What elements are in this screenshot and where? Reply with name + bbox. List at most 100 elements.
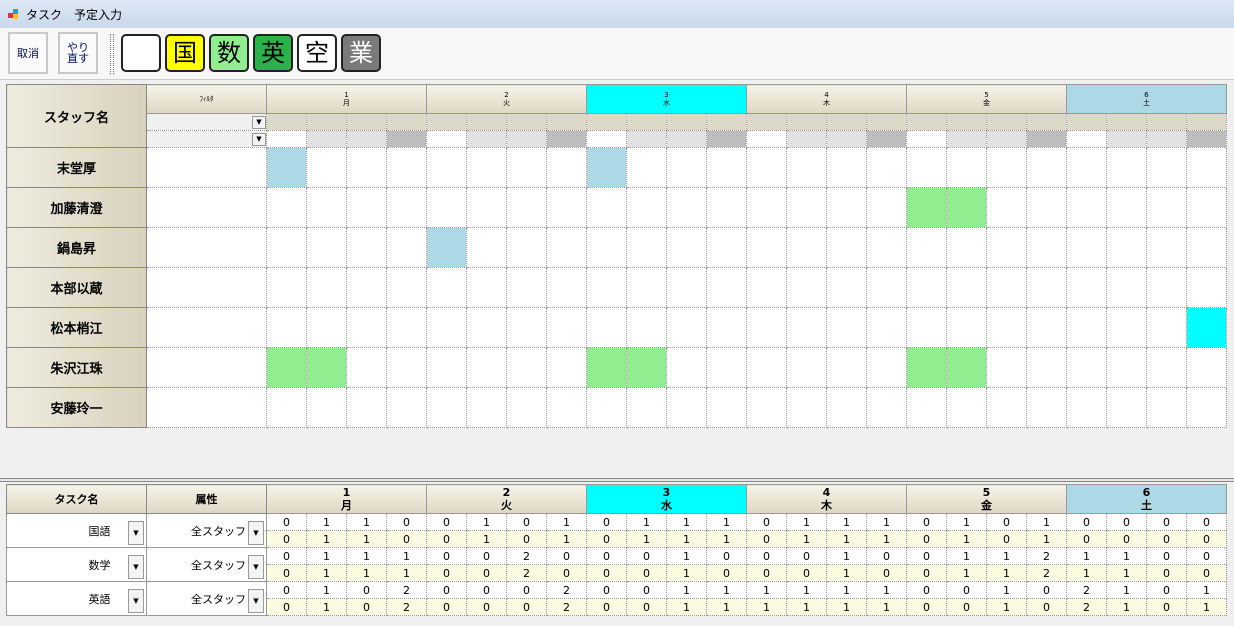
schedule-cell[interactable] [1026, 307, 1067, 348]
schedule-cell[interactable] [906, 307, 947, 348]
schedule-cell[interactable] [546, 227, 587, 268]
schedule-cell[interactable] [1146, 227, 1187, 268]
task-name-combo[interactable]: 数学 ▼ [6, 547, 147, 582]
schedule-cell[interactable] [1146, 187, 1187, 228]
schedule-cell[interactable] [986, 387, 1027, 428]
schedule-cell[interactable] [786, 227, 827, 268]
schedule-cell[interactable] [466, 147, 507, 188]
schedule-cell[interactable] [866, 307, 907, 348]
schedule-cell[interactable] [826, 227, 867, 268]
schedule-cell[interactable] [626, 187, 667, 228]
schedule-cell[interactable] [1026, 187, 1067, 228]
schedule-cell[interactable] [986, 147, 1027, 188]
schedule-cell[interactable] [426, 187, 467, 228]
schedule-cell[interactable] [786, 307, 827, 348]
schedule-cell[interactable] [626, 227, 667, 268]
schedule-cell[interactable] [826, 147, 867, 188]
schedule-cell[interactable] [706, 227, 747, 268]
schedule-cell[interactable] [1146, 307, 1187, 348]
schedule-cell[interactable] [786, 387, 827, 428]
schedule-cell[interactable] [1106, 187, 1147, 228]
schedule-cell[interactable] [826, 267, 867, 308]
schedule-cell[interactable] [1186, 227, 1227, 268]
schedule-cell[interactable] [506, 187, 547, 228]
schedule-cell[interactable] [506, 227, 547, 268]
schedule-cell[interactable] [386, 187, 427, 228]
schedule-cell[interactable] [986, 347, 1027, 388]
schedule-cell[interactable] [1186, 347, 1227, 388]
schedule-cell[interactable] [1066, 267, 1107, 308]
schedule-cell[interactable] [666, 307, 707, 348]
schedule-cell[interactable] [946, 387, 987, 428]
category-button-4[interactable]: 空 [297, 34, 337, 72]
schedule-cell[interactable] [1186, 147, 1227, 188]
schedule-cell[interactable] [666, 147, 707, 188]
schedule-cell[interactable] [986, 227, 1027, 268]
category-button-5[interactable]: 業 [341, 34, 381, 72]
staff-name[interactable]: 安藤玲一 [6, 387, 147, 428]
schedule-cell[interactable] [1066, 347, 1107, 388]
schedule-cell[interactable] [826, 187, 867, 228]
attribute-combo[interactable]: 全スタッフ ▼ [146, 547, 267, 582]
schedule-cell[interactable] [986, 267, 1027, 308]
schedule-cell[interactable] [1066, 187, 1107, 228]
schedule-cell[interactable] [706, 267, 747, 308]
schedule-cell[interactable] [1146, 147, 1187, 188]
schedule-cell[interactable] [586, 187, 627, 228]
schedule-cell[interactable] [506, 267, 547, 308]
schedule-cell[interactable] [706, 387, 747, 428]
schedule-cell[interactable] [346, 187, 387, 228]
schedule-cell[interactable] [386, 347, 427, 388]
staff-name[interactable]: 朱沢江珠 [6, 347, 147, 388]
schedule-cell[interactable] [466, 387, 507, 428]
schedule-cell[interactable] [266, 267, 307, 308]
schedule-cell[interactable] [986, 307, 1027, 348]
schedule-cell[interactable] [1146, 347, 1187, 388]
schedule-cell[interactable] [306, 347, 347, 388]
schedule-cell[interactable] [266, 227, 307, 268]
schedule-cell[interactable] [386, 267, 427, 308]
schedule-cell[interactable] [466, 267, 507, 308]
schedule-cell[interactable] [546, 147, 587, 188]
schedule-cell[interactable] [906, 227, 947, 268]
schedule-cell[interactable] [1146, 387, 1187, 428]
schedule-cell[interactable] [1106, 307, 1147, 348]
schedule-cell[interactable] [946, 267, 987, 308]
schedule-cell[interactable] [546, 267, 587, 308]
schedule-cell[interactable] [306, 307, 347, 348]
schedule-cell[interactable] [1026, 227, 1067, 268]
schedule-cell[interactable] [266, 307, 307, 348]
schedule-cell[interactable] [426, 347, 467, 388]
schedule-cell[interactable] [1146, 267, 1187, 308]
schedule-cell[interactable] [466, 227, 507, 268]
task-name-combo[interactable]: 英語 ▼ [6, 581, 147, 616]
schedule-cell[interactable] [746, 227, 787, 268]
schedule-cell[interactable] [1066, 307, 1107, 348]
schedule-cell[interactable] [426, 387, 467, 428]
category-button-1[interactable]: 国 [165, 34, 205, 72]
filter-dropdown-2[interactable]: ▼ [146, 130, 267, 148]
schedule-cell[interactable] [266, 147, 307, 188]
schedule-cell[interactable] [906, 347, 947, 388]
schedule-cell[interactable] [706, 187, 747, 228]
schedule-cell[interactable] [1026, 267, 1067, 308]
schedule-cell[interactable] [1026, 147, 1067, 188]
cancel-button[interactable]: 取消 [8, 32, 48, 74]
schedule-cell[interactable] [746, 267, 787, 308]
schedule-cell[interactable] [1186, 187, 1227, 228]
schedule-cell[interactable] [586, 227, 627, 268]
schedule-cell[interactable] [866, 267, 907, 308]
schedule-cell[interactable] [386, 147, 427, 188]
filter-dropdown-1[interactable]: ▼ [146, 113, 267, 131]
schedule-cell[interactable] [706, 347, 747, 388]
schedule-cell[interactable] [866, 347, 907, 388]
schedule-cell[interactable] [346, 147, 387, 188]
schedule-cell[interactable] [546, 307, 587, 348]
chevron-down-icon[interactable]: ▼ [128, 589, 144, 613]
schedule-cell[interactable] [506, 147, 547, 188]
schedule-cell[interactable] [946, 307, 987, 348]
schedule-cell[interactable] [626, 347, 667, 388]
schedule-cell[interactable] [826, 387, 867, 428]
schedule-cell[interactable] [1026, 347, 1067, 388]
schedule-cell[interactable] [706, 147, 747, 188]
